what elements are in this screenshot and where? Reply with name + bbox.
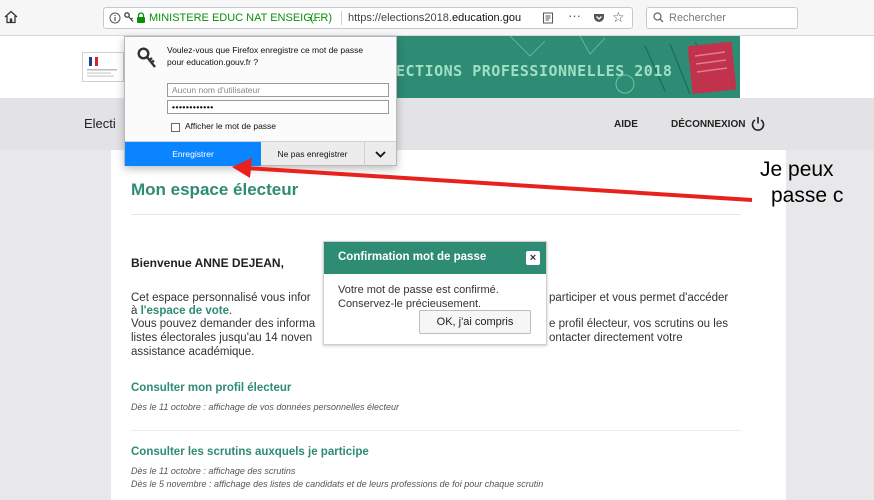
annotation-arrow bbox=[232, 158, 753, 202]
annotation-text-line-1: Je peux bbox=[760, 158, 834, 181]
annotation-text-line-2: passe c bbox=[771, 184, 844, 207]
screenshot: MINISTERE EDUC NAT ENSEIG... (FR) https:… bbox=[0, 0, 874, 500]
